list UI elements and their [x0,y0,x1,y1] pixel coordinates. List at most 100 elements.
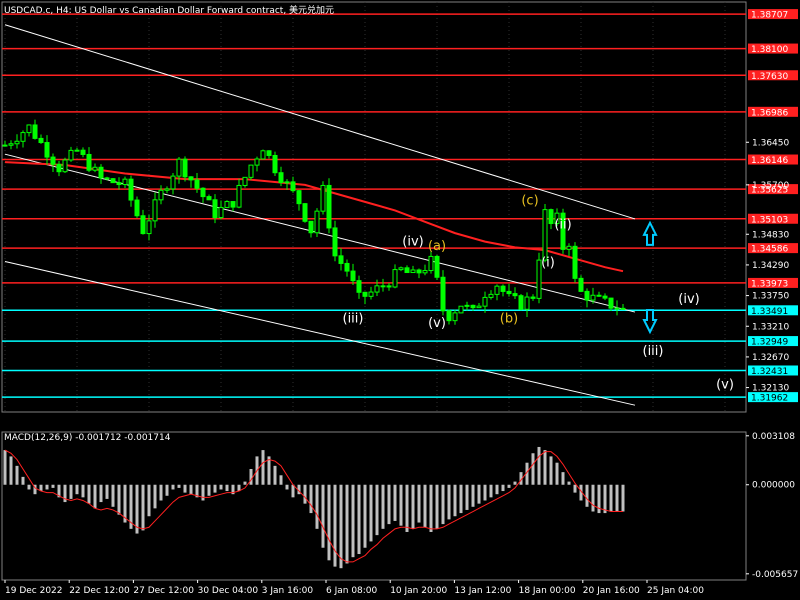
macd-histogram-bar [435,484,439,529]
macd-histogram-bar [495,484,499,495]
macd-histogram-bar [621,484,625,512]
macd-histogram-bar [453,484,457,517]
macd-histogram-bar [615,484,619,512]
chart-title: USDCAD.c, H4: US Dollar vs Canadian Doll… [4,6,335,16]
macd-histogram-bar [15,465,19,485]
time-axis-label: 18 Jan 00:00 [519,586,576,596]
candle-body [290,181,296,192]
macd-histogram-bar [405,484,409,532]
time-axis-label: 22 Dec 12:00 [69,586,130,596]
candle-body [314,210,320,234]
candle-body [74,149,80,152]
time-axis-label: 10 Jan 20:00 [390,586,447,596]
candle-body [410,269,416,274]
macd-histogram-bar [99,484,103,503]
macd-histogram-bar [213,484,217,493]
macd-histogram-bar [303,484,307,504]
macd-histogram-bar [465,484,469,510]
candle-body [206,196,212,201]
candle-body [128,178,134,201]
price-panel-frame [1,1,747,413]
candle-body [476,305,482,309]
candle-body [440,276,446,312]
candle-body [344,262,350,272]
macd-histogram-bar [27,484,31,490]
macd-histogram-bar [9,456,13,485]
resistance-price-label: 1.34586 [751,245,788,255]
macd-histogram-bar [207,484,211,496]
moving-average-line [4,161,624,273]
candle-body [614,307,620,310]
candle-body [32,124,38,139]
price-axis-label: 1.34290 [752,261,789,271]
time-axis-label: 13 Jan 12:00 [454,586,511,596]
candle-body [566,245,572,250]
candle-body [146,220,152,235]
wave-label: (a) [428,239,446,254]
candle-body [164,188,170,191]
candle-body [62,159,68,173]
candle-body [86,153,92,171]
macd-histogram-bar [555,462,559,485]
candle-body [26,124,32,134]
candle-body [338,255,344,264]
candle-body [104,177,110,180]
wave-label: (iii) [643,344,664,359]
macd-histogram-bar [501,484,505,492]
macd-histogram-bar [333,484,337,567]
candle-body [50,156,56,165]
macd-histogram-bar [387,484,391,525]
macd-histogram-bar [447,484,451,520]
time-axis-label: 3 Jan 16:00 [262,586,314,596]
macd-histogram-bar [177,484,181,488]
macd-histogram-bar [165,484,169,496]
macd-histogram-bar [369,484,373,542]
arrow-down-icon [642,309,658,335]
macd-histogram-bar [561,472,565,485]
candle-body [446,310,452,322]
macd-histogram-bar [471,484,475,507]
macd-histogram-bar [117,484,121,515]
macd-histogram-bar [375,484,379,536]
macd-histogram-bar [489,484,493,498]
candle-body [464,304,470,307]
resistance-price-label: 1.38100 [751,45,788,55]
macd-histogram-bar [327,484,331,561]
candle-body [578,277,584,292]
candle-body [356,280,362,293]
macd-histogram-bar [363,484,367,548]
price-chart[interactable]: 1.387071.381001.376301.369861.361461.356… [0,0,800,600]
macd-histogram-bar [609,484,613,512]
macd-histogram-bar [189,484,193,495]
candle-body [458,305,464,314]
resistance-price-label: 1.33973 [751,279,788,289]
macd-histogram-bar [441,484,445,525]
wave-label: (iii) [343,311,364,326]
candle-body [572,245,578,279]
candle-body [530,296,536,299]
candle-body [188,176,194,181]
candle-body [386,285,392,288]
macd-histogram-bar [321,484,325,548]
macd-histogram-bar [285,484,289,490]
macd-histogram-bar [537,446,541,485]
candle-body [248,164,254,178]
price-axis-label: 1.32130 [752,384,789,394]
macd-histogram-bar [69,484,73,499]
candle-body [218,206,224,219]
price-axis-label: 1.35700 [752,181,789,191]
candle-body [302,203,308,222]
candle-body [488,293,494,298]
candle-body [404,267,410,274]
candle-body [506,290,512,295]
time-axis-label: 30 Dec 04:00 [198,586,259,596]
candle-body [596,294,602,297]
candle-body [194,179,200,189]
macd-histogram-bar [543,450,547,485]
candle-body [44,142,50,158]
macd-indicator-label: MACD(12,26,9) -0.001712 -0.001714 [4,433,171,443]
macd-histogram-bar [591,484,595,512]
candle-body [482,296,488,307]
macd-histogram-bar [87,484,91,504]
support-price-label: 1.32949 [751,338,788,348]
